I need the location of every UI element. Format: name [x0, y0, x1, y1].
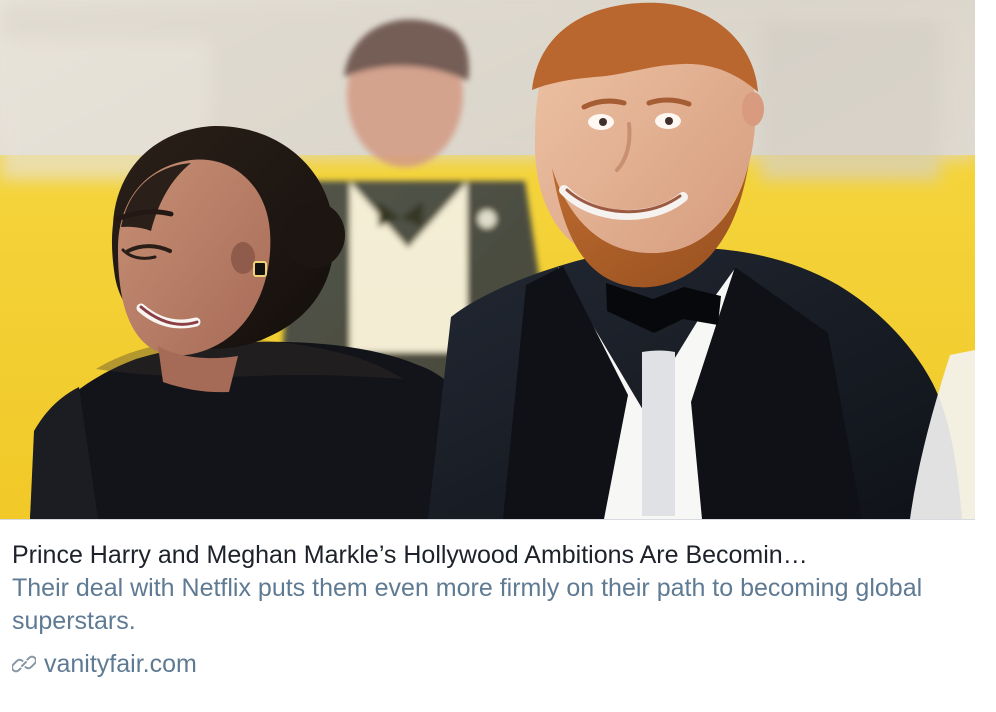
preview-domain[interactable]: vanityfair.com: [44, 648, 197, 680]
link-icon: [12, 652, 36, 676]
preview-photo: [0, 0, 975, 519]
preview-description: Their deal with Netflix puts them even m…: [12, 574, 923, 635]
preview-meta: Prince Harry and Meghan Markle’s Hollywo…: [12, 538, 984, 680]
preview-domain-row[interactable]: vanityfair.com: [12, 648, 984, 680]
preview-title[interactable]: Prince Harry and Meghan Markle’s Hollywo…: [12, 538, 984, 572]
preview-image[interactable]: [0, 0, 975, 520]
link-preview-card[interactable]: Prince Harry and Meghan Markle’s Hollywo…: [0, 0, 996, 712]
